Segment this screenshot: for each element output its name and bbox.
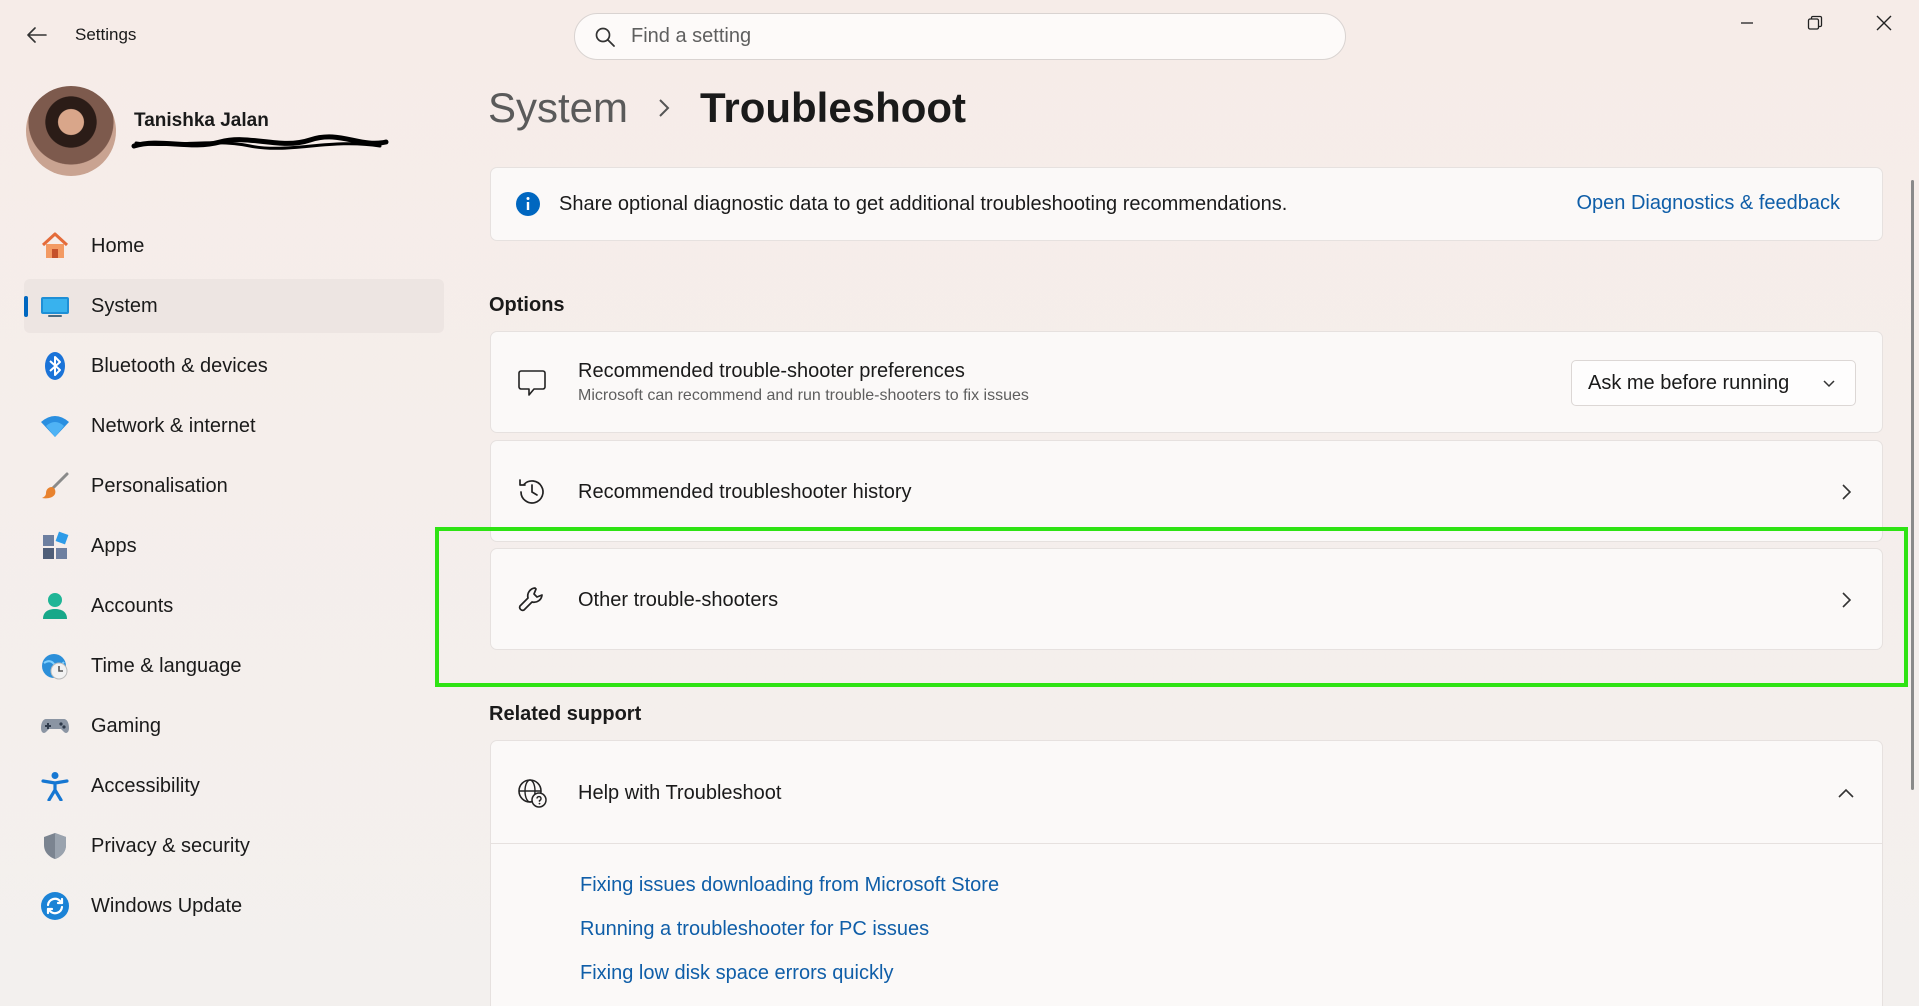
sidebar-item-network[interactable]: Network & internet [24,399,444,453]
vertical-scrollbar[interactable] [1911,180,1914,790]
sidebar-item-accessibility[interactable]: Accessibility [24,759,444,813]
history-icon [515,475,549,509]
troubleshooter-preference-dropdown[interactable]: Ask me before running [1571,360,1856,406]
sidebar-item-label: Accessibility [91,774,200,797]
other-troubleshooters-row[interactable]: Other trouble-shooters [490,548,1883,650]
help-with-troubleshoot-header[interactable]: Help with Troubleshoot [490,740,1883,844]
minimize-button[interactable] [1713,0,1781,46]
breadcrumb-system-link[interactable]: System [488,84,628,132]
info-icon [515,191,541,217]
sidebar-item-label: Network & internet [91,414,256,437]
chevron-right-icon [654,96,674,120]
chat-bubble-icon [515,366,549,400]
sidebar-item-privacy[interactable]: Privacy & security [24,819,444,873]
sidebar-item-windows-update[interactable]: Windows Update [24,879,444,933]
avatar [26,86,116,176]
brush-icon [40,471,70,501]
dropdown-selected-value: Ask me before running [1588,371,1790,394]
sidebar-item-label: System [91,294,158,317]
accounts-icon [40,591,70,621]
help-links-panel: Fixing issues downloading from Microsoft… [490,844,1883,1006]
sidebar-item-label: Time & language [91,654,242,677]
minimize-icon [1741,22,1753,24]
arrow-left-icon [27,27,47,43]
app-title: Settings [75,25,137,44]
chevron-up-icon [1836,783,1856,803]
globe-clock-icon [40,651,70,681]
search-input[interactable] [631,25,1311,48]
troubleshooter-preferences-row: Recommended trouble-shooter preferences … [490,331,1883,433]
diagnostic-info-banner: Share optional diagnostic data to get ad… [490,167,1883,241]
gamepad-icon [40,711,70,741]
info-banner-text: Share optional diagnostic data to get ad… [559,192,1288,215]
sidebar-item-label: Accounts [91,594,174,617]
sidebar-item-label: Apps [91,534,137,557]
search-box[interactable] [574,13,1346,60]
sidebar-item-accounts[interactable]: Accounts [24,579,444,633]
sidebar-item-gaming[interactable]: Gaming [24,699,444,753]
globe-help-icon [515,776,549,810]
apps-icon [40,531,70,561]
sidebar-item-label: Bluetooth & devices [91,354,268,377]
sidebar-item-system[interactable]: System [24,279,444,333]
options-heading: Options [489,294,565,316]
wifi-icon [40,411,70,441]
help-link-pc-issues[interactable]: Running a troubleshooter for PC issues [580,918,929,941]
open-diagnostics-link[interactable]: Open Diagnostics & feedback [1577,192,1841,215]
sidebar-item-label: Privacy & security [91,834,250,857]
sidebar-item-bluetooth[interactable]: Bluetooth & devices [24,339,444,393]
help-title: Help with Troubleshoot [578,782,782,804]
sidebar-item-label: Home [91,234,145,257]
sidebar-item-label: Windows Update [91,894,243,917]
chevron-down-icon [1823,380,1835,388]
back-button[interactable] [22,20,52,50]
troubleshooter-history-row[interactable]: Recommended troubleshooter history [490,440,1883,542]
sidebar-item-home[interactable]: Home [24,219,444,273]
redacted-email-scribble [131,134,389,150]
sidebar-item-personalisation[interactable]: Personalisation [24,459,444,513]
user-profile[interactable]: Tanishka Jalan [26,86,389,178]
page-title: Troubleshoot [700,84,967,131]
history-title: Recommended troubleshooter history [578,481,912,503]
restore-icon [1807,15,1823,30]
help-link-microsoft-store[interactable]: Fixing issues downloading from Microsoft… [580,874,999,897]
wrench-icon [515,583,549,617]
preferences-title: Recommended trouble-shooter preferences [578,360,965,382]
other-troubleshooters-title: Other trouble-shooters [578,589,779,611]
sidebar-item-apps[interactable]: Apps [24,519,444,573]
chevron-right-icon [1836,482,1856,502]
help-link-disk-space[interactable]: Fixing low disk space errors quickly [580,962,893,985]
profile-name: Tanishka Jalan [134,110,269,131]
bluetooth-icon [40,351,70,381]
restore-button[interactable] [1781,0,1849,46]
title-bar: Settings [0,0,1919,72]
related-support-heading: Related support [489,703,642,725]
shield-icon [40,831,70,861]
breadcrumb: System Troubleshoot [488,84,966,132]
sidebar-nav: Home System Bluetooth & devices Network … [24,219,444,939]
accessibility-icon [40,771,70,801]
home-icon [40,231,70,261]
chevron-right-icon [1836,590,1856,610]
close-icon [1876,15,1892,31]
update-icon [40,891,70,921]
system-icon [40,291,70,321]
preferences-subtitle: Microsoft can recommend and run trouble-… [578,387,1029,404]
search-icon [593,25,617,49]
sidebar-item-label: Gaming [91,714,162,737]
sidebar-item-label: Personalisation [91,474,228,497]
close-button[interactable] [1850,0,1918,46]
sidebar-item-time-language[interactable]: Time & language [24,639,444,693]
